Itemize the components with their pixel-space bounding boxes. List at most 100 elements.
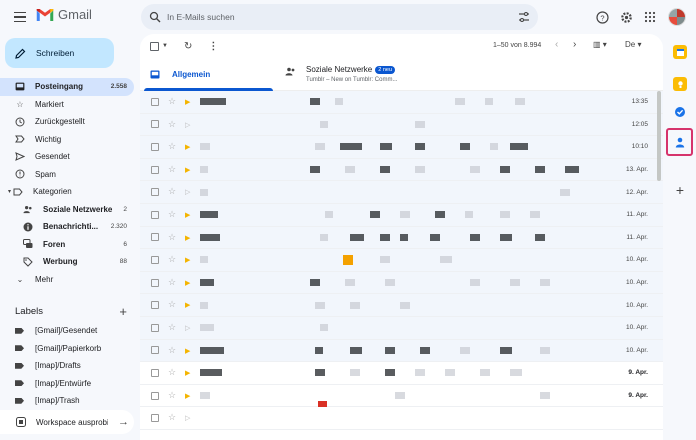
importance-marker-icon[interactable]: ▶ [185, 211, 190, 219]
row-checkbox[interactable] [151, 301, 159, 310]
star-toggle-icon[interactable]: ☆ [168, 367, 176, 378]
star-toggle-icon[interactable]: ☆ [168, 141, 176, 152]
scrollbar[interactable] [657, 91, 661, 181]
star-toggle-icon[interactable]: ☆ [168, 96, 176, 107]
star-toggle-icon[interactable]: ☆ [168, 164, 176, 175]
gmail-logo[interactable]: Gmail [36, 7, 92, 22]
email-row[interactable]: ☆ ▷ 12:05 [140, 113, 663, 137]
add-label-icon[interactable]: + [119, 304, 127, 319]
email-row[interactable]: ☆ ▶ 10. Apr. [140, 339, 663, 363]
importance-marker-icon[interactable]: ▷ [185, 121, 190, 129]
label-item[interactable]: [Imap]/Drafts [0, 357, 134, 375]
sidebar-item-more[interactable]: ⌄ Mehr [0, 271, 134, 289]
row-checkbox[interactable] [151, 210, 159, 219]
caret-down-icon[interactable]: ▾ [8, 188, 11, 195]
importance-marker-icon[interactable]: ▶ [185, 234, 190, 242]
row-checkbox[interactable] [151, 391, 159, 400]
importance-marker-icon[interactable]: ▷ [185, 324, 190, 332]
compose-button[interactable]: Schreiben [5, 38, 114, 68]
star-toggle-icon[interactable]: ☆ [168, 254, 176, 265]
label-item[interactable]: [Imap]/Trash [0, 392, 134, 410]
search-icon[interactable] [149, 11, 161, 23]
email-row[interactable]: ☆ ▶ 10. Apr. [140, 271, 663, 295]
prev-page-icon[interactable]: ‹ [555, 39, 558, 50]
importance-marker-icon[interactable]: ▶ [185, 143, 190, 151]
sidebar-item-starred[interactable]: ☆ Markiert [0, 96, 134, 114]
email-row[interactable]: ☆ ▶ 13:35 [140, 91, 663, 114]
sidebar-item-updates[interactable]: Benachrichti... 2.320 [0, 218, 134, 236]
row-checkbox[interactable] [151, 414, 159, 423]
calendar-icon[interactable] [673, 45, 687, 59]
search-options-icon[interactable] [518, 11, 530, 23]
sidebar-item-spam[interactable]: Spam [0, 166, 134, 184]
arrow-right-icon[interactable]: → [118, 416, 129, 428]
select-all-checkbox[interactable] [150, 41, 159, 51]
email-row[interactable]: ☆ ▶ 10. Apr. [140, 294, 663, 317]
row-checkbox[interactable] [151, 233, 159, 242]
main-menu-icon[interactable] [12, 9, 28, 25]
star-toggle-icon[interactable]: ☆ [168, 412, 176, 423]
email-row[interactable]: ☆ ▶ 9. Apr. [140, 362, 663, 385]
email-row[interactable]: ☆ ▶ 13. Apr. [140, 158, 663, 182]
sidebar-item-snoozed[interactable]: Zurückgestellt [0, 113, 134, 131]
sidebar-item-inbox[interactable]: Posteingang 2.558 [0, 78, 134, 96]
star-toggle-icon[interactable]: ☆ [168, 345, 176, 356]
keep-icon[interactable] [673, 77, 687, 91]
apps-grid-icon[interactable] [642, 9, 658, 25]
star-toggle-icon[interactable]: ☆ [168, 119, 176, 130]
email-row[interactable]: ☆ ▶ 11. Apr. [140, 203, 663, 227]
account-avatar[interactable] [668, 8, 686, 26]
row-checkbox[interactable] [151, 346, 159, 355]
row-checkbox[interactable] [151, 323, 159, 332]
help-icon[interactable]: ? [594, 9, 610, 25]
email-row[interactable]: ☆ ▷ 12. Apr. [140, 181, 663, 204]
importance-marker-icon[interactable]: ▶ [185, 392, 190, 400]
star-toggle-icon[interactable]: ☆ [168, 209, 176, 220]
tasks-icon[interactable] [673, 105, 687, 119]
row-checkbox[interactable] [151, 165, 159, 174]
sidebar-item-sent[interactable]: Gesendet [0, 148, 134, 166]
tab-social[interactable]: Soziale Netzwerke 2 neu Tumblr – New on T… [277, 58, 477, 90]
importance-marker-icon[interactable]: ▶ [185, 256, 190, 264]
row-checkbox[interactable] [151, 120, 159, 129]
importance-marker-icon[interactable]: ▶ [185, 369, 190, 377]
input-language-button[interactable]: De ▾ [625, 40, 641, 49]
add-app-icon[interactable]: + [673, 182, 687, 198]
email-row[interactable]: ☆ ▶ 10:10 [140, 136, 663, 159]
more-vert-icon[interactable]: ⋮ [208, 41, 218, 52]
row-checkbox[interactable] [151, 188, 159, 197]
split-view-icon[interactable]: ▥ ▾ [593, 40, 607, 49]
row-checkbox[interactable] [151, 368, 159, 377]
settings-gear-icon[interactable] [618, 9, 634, 25]
next-page-icon[interactable]: › [573, 39, 576, 50]
row-checkbox[interactable] [151, 278, 159, 287]
email-row[interactable]: ☆ ▷ [140, 407, 663, 430]
star-toggle-icon[interactable]: ☆ [168, 277, 176, 288]
sidebar-item-categories[interactable]: ▾ Kategorien [0, 183, 134, 201]
sidebar-item-important[interactable]: Wichtig [0, 131, 134, 149]
sidebar-item-forums[interactable]: Foren 6 [0, 236, 134, 254]
search-bar[interactable] [141, 4, 538, 30]
star-toggle-icon[interactable]: ☆ [168, 186, 176, 197]
importance-marker-icon[interactable]: ▶ [185, 301, 190, 309]
tab-primary[interactable]: Allgemein [140, 58, 277, 91]
contacts-icon[interactable] [673, 135, 687, 149]
importance-marker-icon[interactable]: ▶ [185, 279, 190, 287]
row-checkbox[interactable] [151, 255, 159, 264]
star-toggle-icon[interactable]: ☆ [168, 299, 176, 310]
star-toggle-icon[interactable]: ☆ [168, 322, 176, 333]
label-item[interactable]: [Gmail]/Papierkorb [0, 340, 134, 358]
importance-marker-icon[interactable]: ▶ [185, 166, 190, 174]
refresh-icon[interactable]: ↻ [184, 41, 192, 52]
email-row[interactable]: ☆ ▷ 10. Apr. [140, 316, 663, 340]
workspace-promo[interactable]: Workspace ausprobieren → [0, 410, 134, 434]
star-toggle-icon[interactable]: ☆ [168, 390, 176, 401]
search-input[interactable] [167, 12, 497, 22]
importance-marker-icon[interactable]: ▶ [185, 347, 190, 355]
importance-marker-icon[interactable]: ▷ [185, 188, 190, 196]
row-checkbox[interactable] [151, 142, 159, 151]
row-checkbox[interactable] [151, 97, 159, 106]
importance-marker-icon[interactable]: ▷ [185, 414, 190, 422]
star-toggle-icon[interactable]: ☆ [168, 232, 176, 243]
email-row[interactable]: ☆ ▶ 10. Apr. [140, 249, 663, 272]
